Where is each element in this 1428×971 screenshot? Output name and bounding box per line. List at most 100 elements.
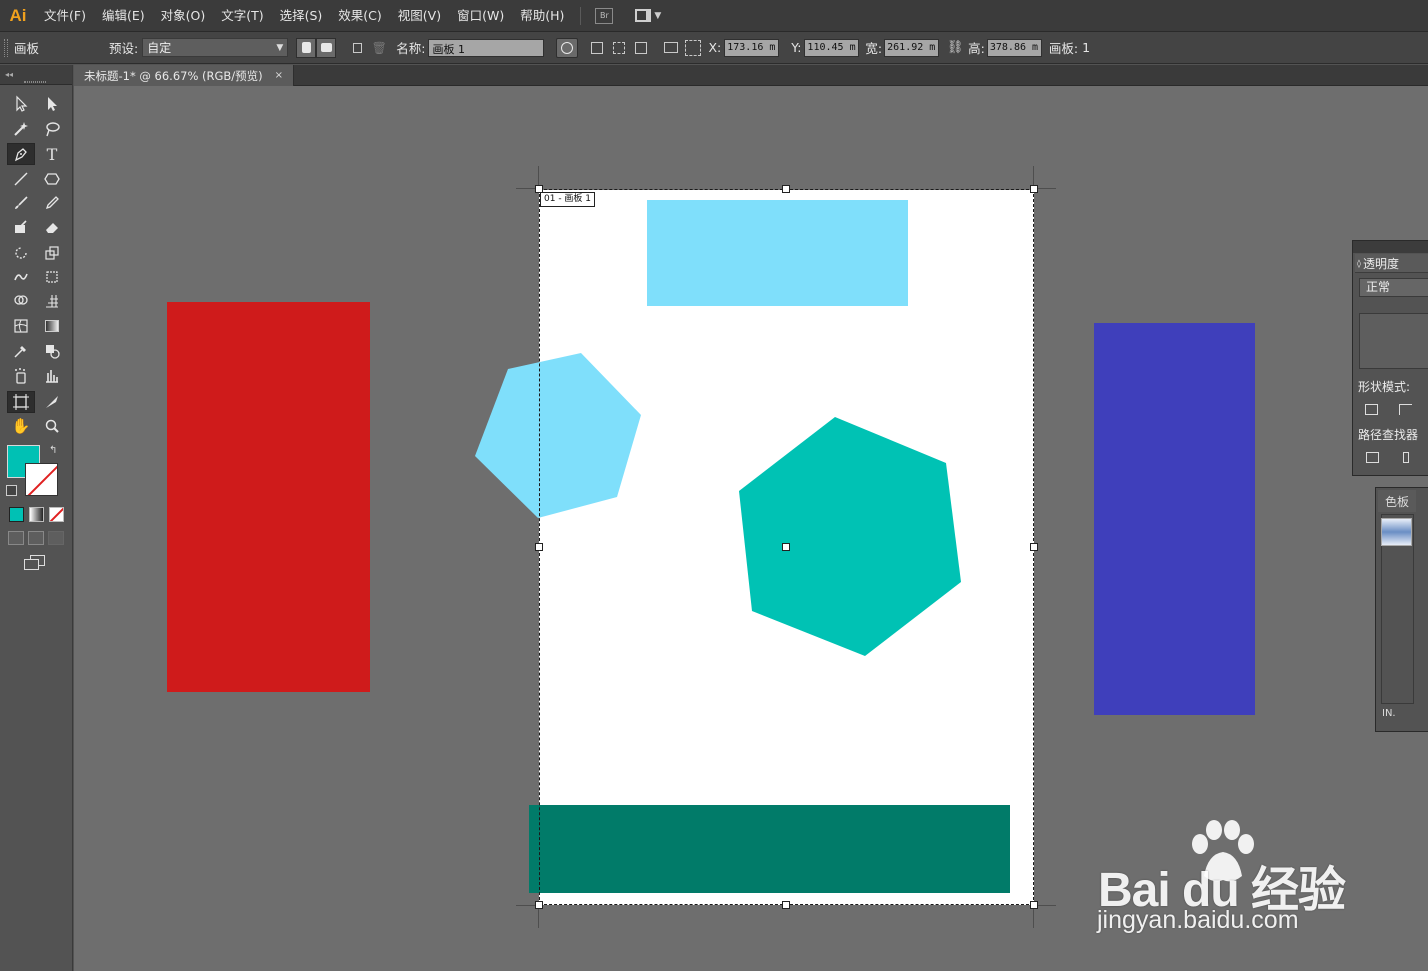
gradient-tool[interactable] [38,315,66,337]
resize-handle-top-left[interactable] [535,185,543,193]
width-field[interactable]: 261.92 m [884,38,940,57]
x-label: X: [708,40,722,55]
blend-tool[interactable] [38,340,66,362]
menu-window[interactable]: 窗口(W) [449,0,512,32]
menu-file[interactable]: 文件(F) [36,0,94,32]
mesh-tool[interactable] [7,315,35,337]
slice-tool[interactable] [38,391,66,413]
screen-mode-button[interactable] [24,555,46,571]
gradient-mode-button[interactable] [29,507,44,522]
artboards-count: 1 [1082,40,1091,55]
direct-selection-tool[interactable] [38,93,66,115]
preset-select[interactable]: 自定 ▼ [142,38,289,57]
document-tab[interactable]: 未标题-1* @ 66.67% (RGB/预览) × [74,65,294,86]
menu-view[interactable]: 视图(V) [390,0,449,32]
video-safe-button[interactable] [630,38,652,58]
none-mode-button[interactable] [49,507,64,522]
artboard-name-field[interactable]: 画板 1 [428,38,545,57]
artboard-options-icon [664,42,679,53]
menu-object[interactable]: 对象(O) [153,0,214,32]
stroke-color-swatch[interactable] [25,463,58,496]
delete-artboard-button[interactable]: 🗑 [368,38,390,58]
move-arrows-icon [561,41,574,54]
center-point-handle[interactable] [782,543,790,551]
artboard-tool[interactable] [7,391,35,413]
eraser-tool[interactable] [38,216,66,238]
pencil-tool[interactable] [38,192,66,214]
polygon-tool[interactable] [38,168,66,190]
x-field[interactable]: 173.16 m [724,38,780,57]
column-graph-tool[interactable] [38,365,66,387]
workspace-switcher[interactable]: ▼ [635,9,661,22]
magnifier-icon [45,419,59,433]
pen-tool[interactable] [7,143,35,165]
divide-icon[interactable] [1366,452,1379,463]
close-icon[interactable]: × [275,70,283,81]
color-mode-button[interactable] [9,507,24,522]
new-artboard-button[interactable] [346,38,368,58]
magic-wand-tool[interactable] [7,118,35,140]
menu-edit[interactable]: 编辑(E) [94,0,153,32]
lasso-tool[interactable] [38,118,66,140]
cross-hairs-button[interactable] [608,38,630,58]
landscape-button[interactable] [316,37,337,58]
swap-colors-icon[interactable]: ↰ [49,445,57,456]
bridge-button[interactable]: Br [595,7,614,24]
constrain-proportions-button[interactable]: ⛓ [946,38,964,58]
shape-builder-tool[interactable] [7,290,35,312]
warp-tool[interactable] [7,266,35,288]
scale-tool[interactable] [38,242,66,264]
symbol-sprayer-tool[interactable] [7,365,35,387]
paintbrush-tool[interactable] [7,192,35,214]
blue-rectangle[interactable] [1094,323,1255,715]
resize-handle-top[interactable] [782,185,790,193]
control-bar-grip[interactable] [4,38,8,57]
panel-header[interactable] [1353,241,1428,253]
hand-tool[interactable]: ✋ [7,415,35,437]
blend-mode-select[interactable]: 正常 [1359,278,1428,297]
zoom-tool[interactable] [38,415,66,437]
type-tool[interactable]: T [38,143,66,165]
selection-tool[interactable] [7,93,35,115]
unite-icon[interactable] [1365,404,1378,415]
resize-handle-bottom-left[interactable] [535,901,543,909]
resize-handle-left[interactable] [535,543,543,551]
preset-label: 预设: [109,41,139,56]
resize-handle-bottom-right[interactable] [1030,901,1038,909]
transparency-tab[interactable]: ◊ 透明度 [1355,254,1428,273]
rotate-tool[interactable] [7,242,35,264]
draw-normal-button[interactable] [8,531,24,545]
gradient-swatch[interactable] [1381,518,1412,546]
line-icon [14,172,28,186]
menu-select[interactable]: 选择(S) [272,0,331,32]
swatches-tab[interactable]: 色板 [1378,490,1416,512]
line-segment-tool[interactable] [7,168,35,190]
menu-help[interactable]: 帮助(H) [512,0,572,32]
draw-behind-button[interactable] [28,531,44,545]
resize-handle-bottom[interactable] [782,901,790,909]
swatch-library-menu[interactable]: IN. [1382,708,1396,719]
center-mark-button[interactable] [586,38,608,58]
move-with-artboard-button[interactable] [556,37,579,58]
default-colors-icon[interactable] [6,485,17,496]
menu-type[interactable]: 文字(T) [213,0,271,32]
minus-front-icon[interactable] [1399,404,1412,415]
perspective-grid-tool[interactable] [38,290,66,312]
eyedropper-tool[interactable] [7,340,35,362]
menu-effect[interactable]: 效果(C) [330,0,389,32]
reference-point-icon [685,39,702,56]
resize-handle-right[interactable] [1030,543,1038,551]
height-field[interactable]: 378.86 m [986,38,1042,57]
y-field[interactable]: 110.45 m [804,38,860,57]
artboard-options-button[interactable] [660,38,682,58]
resize-handle-top-right[interactable] [1030,185,1038,193]
transparency-tab-label: 透明度 [1362,256,1399,271]
portrait-button[interactable] [296,37,317,58]
draw-inside-button[interactable] [48,531,64,545]
tools-grip[interactable] [24,81,46,83]
reference-point-button[interactable] [682,38,704,58]
red-rectangle[interactable] [167,302,370,692]
trim-icon[interactable] [1403,452,1409,463]
blob-brush-tool[interactable] [7,216,35,238]
free-transform-tool[interactable] [38,266,66,288]
